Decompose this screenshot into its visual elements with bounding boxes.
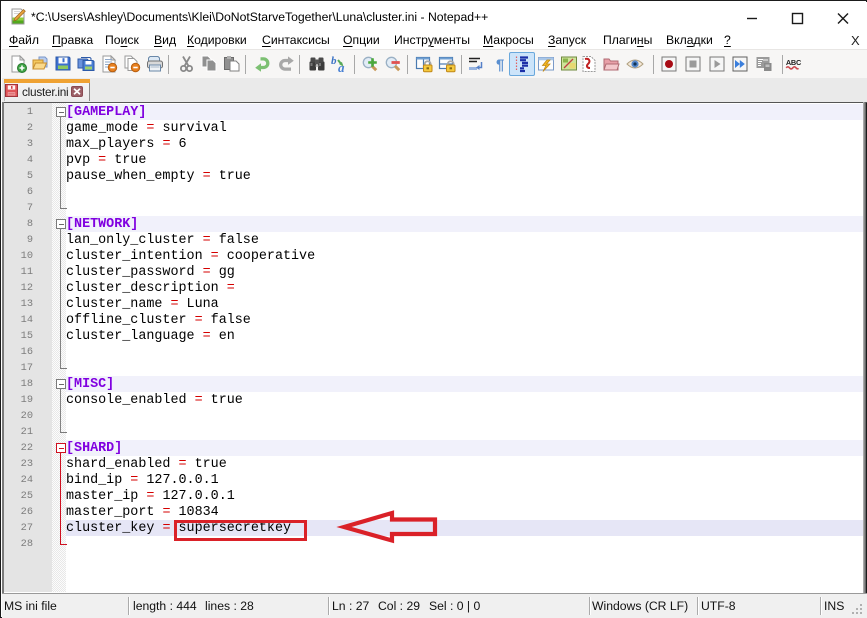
svg-text:ABC: ABC: [786, 58, 802, 67]
svg-text:b: b: [331, 55, 337, 67]
svg-text:¶: ¶: [496, 57, 504, 74]
